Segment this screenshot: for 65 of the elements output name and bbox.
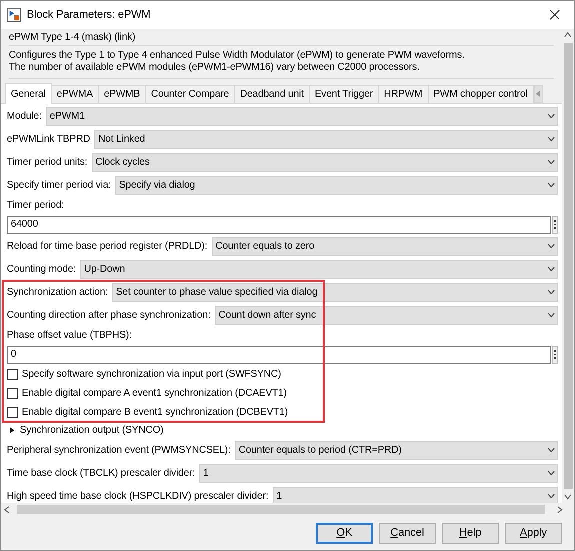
dropdown[interactable]: Clock cycles [92, 153, 558, 172]
dropdown[interactable]: Up-Down [80, 260, 558, 279]
input-field[interactable]: 0 [7, 346, 551, 364]
expand-arrow-icon[interactable] [10, 427, 15, 434]
close-icon[interactable] [550, 10, 560, 20]
field-label: High speed time base clock (HSPCLKDIV) prescaler divider: [7, 490, 269, 503]
caret-icon[interactable] [548, 114, 555, 119]
section-label: Synchronization output (SYNCO) [20, 424, 164, 438]
caret-icon[interactable] [548, 267, 555, 272]
scroll-up-icon[interactable] [564, 31, 572, 39]
horizontal-scrollbar[interactable] [1, 503, 574, 516]
description-text: Configures the Type 1 to Type 4 enhanced Pulse Width Modulator (ePWM) to generate PWM waveforms. [9, 50, 466, 62]
field-label: Time base clock (TBCLK) prescaler divider: [7, 467, 196, 481]
caret-icon[interactable] [548, 290, 555, 295]
dropdown[interactable]: Specify via dialog [115, 176, 558, 195]
caret-icon[interactable] [548, 183, 555, 188]
checkbox[interactable] [7, 407, 18, 418]
vertical-scrollbar[interactable] [562, 29, 574, 503]
dialog-button[interactable]: Cancel [379, 522, 436, 544]
dialog-button[interactable]: OK [316, 522, 373, 544]
dialog-button[interactable]: Apply [505, 522, 562, 544]
dialog-button[interactable]: Help [442, 522, 499, 544]
scroll-right-icon[interactable] [556, 506, 564, 514]
caret-icon[interactable] [548, 471, 555, 476]
field-label: Phase offset value (TBPHS): [6, 329, 132, 343]
caret-icon[interactable] [548, 494, 555, 499]
caret-icon[interactable] [548, 448, 555, 453]
field-label: Module: [7, 110, 42, 124]
field-label: Reload for time base period register (PRDLD): [7, 240, 208, 254]
checkbox[interactable] [7, 388, 18, 399]
field-label: Timer period: [6, 199, 64, 213]
checkbox-label: Enable digital compare B event1 synchronization (DCBEVT1) [22, 406, 288, 420]
dropdown[interactable]: 1 [199, 464, 558, 483]
checkbox-label: Specify software synchronization via input port (SWFSYNC) [22, 368, 282, 382]
tab[interactable]: General [5, 83, 52, 104]
caret-icon[interactable] [548, 244, 555, 249]
caret-icon[interactable] [548, 137, 555, 142]
scroll-down-icon[interactable] [564, 493, 572, 501]
input-field[interactable]: 64000 [7, 216, 551, 234]
dropdown[interactable]: 1 [272, 487, 558, 503]
mask-title: ePWM Type 1-4 (mask) (link) [9, 30, 554, 46]
dropdown[interactable]: Count down after sync [214, 306, 558, 325]
scroll-left-icon[interactable] [3, 506, 11, 514]
field-label: Counting direction after phase synchronization: [7, 309, 211, 323]
caret-icon[interactable] [548, 313, 555, 318]
more-options-icon[interactable] [552, 216, 558, 234]
app-icon [7, 8, 21, 22]
dropdown[interactable]: Counter equals to period (CTR=PRD) [234, 441, 558, 460]
checkbox-label: Enable digital compare A event1 synchronization (DCAEVT1) [22, 387, 287, 401]
field-label: Synchronization action: [7, 286, 108, 300]
checkbox[interactable] [7, 369, 18, 380]
dropdown[interactable]: Counter equals to zero [212, 237, 558, 256]
window-title: Block Parameters: ePWM [27, 8, 151, 23]
dropdown[interactable]: ePWM1 [46, 107, 558, 126]
field-label: Specify timer period via: [7, 179, 112, 193]
more-options-icon[interactable] [552, 346, 558, 364]
dropdown[interactable]: Set counter to phase value specified via dialog [112, 283, 558, 302]
description-text: The number of available ePWM modules (ePWM1-ePWM16) vary between C2000 processors. [9, 62, 421, 74]
field-label: Counting mode: [7, 263, 76, 277]
field-label: Timer period units: [7, 156, 88, 170]
caret-icon[interactable] [548, 160, 555, 165]
tab[interactable]: PWM chopper control [428, 85, 534, 103]
field-label: Peripheral synchronization event (PWMSYNCSEL): [7, 444, 231, 458]
field-label: ePWMLink TBPRD [7, 133, 90, 147]
dropdown[interactable]: Not Linked [94, 130, 558, 149]
